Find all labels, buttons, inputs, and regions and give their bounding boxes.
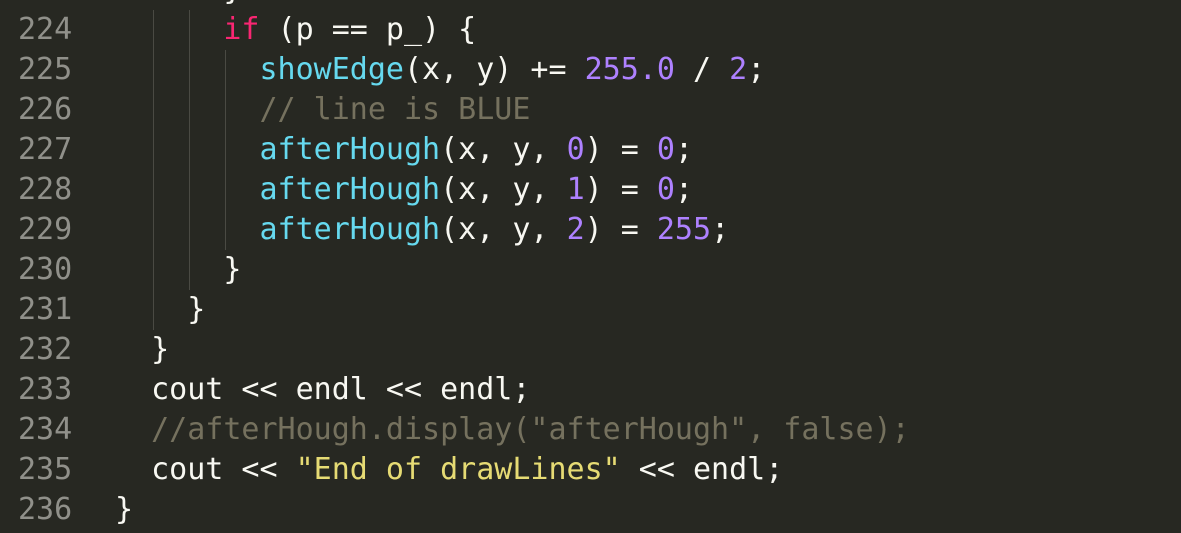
indent-guide <box>189 10 191 50</box>
code-token-func: afterHough <box>259 212 441 247</box>
code-token-plain: ) = <box>584 212 657 247</box>
code-line[interactable]: } <box>115 0 1181 10</box>
line-number: 223 <box>0 0 100 10</box>
line-number: 232 <box>18 332 73 367</box>
code-line[interactable]: if (p == p_) { <box>115 10 1181 50</box>
code-token-num: 2 <box>566 212 585 247</box>
code-line[interactable]: } <box>115 330 1181 370</box>
indent-guide <box>153 90 155 130</box>
indent-guide <box>189 90 191 130</box>
code-token-num: 0 <box>656 132 675 167</box>
line-number: 225 <box>18 52 73 87</box>
code-token-plain: cout << <box>115 452 296 487</box>
indent-guide <box>153 290 155 330</box>
indent-guide <box>153 170 155 210</box>
code-token-comment: // line is BLUE <box>259 92 531 127</box>
indent-guide <box>189 130 191 170</box>
code-line[interactable]: cout << "End of drawLines" << endl; <box>115 450 1181 490</box>
indent-guide <box>153 130 155 170</box>
code-token-keyword: if <box>223 12 260 47</box>
indent-guide <box>153 50 155 90</box>
code-token-plain: (p == p_) { <box>259 12 477 47</box>
code-token-num: 2 <box>729 52 748 87</box>
indent-guide <box>225 50 227 90</box>
line-number: 224 <box>18 12 73 47</box>
code-token-plain: } <box>115 332 170 367</box>
line-number: 230 <box>18 252 73 287</box>
line-number: 235 <box>18 452 73 487</box>
code-token-comment: //afterHough.display("afterHough", false… <box>151 412 910 447</box>
code-line[interactable]: cout << endl << endl; <box>115 370 1181 410</box>
code-line[interactable]: //afterHough.display("afterHough", false… <box>115 410 1181 450</box>
line-number-gutter: 223 224 225 226 227 228 229 230 231 232 233 234 235 2… <box>0 0 100 530</box>
indent-guide <box>225 90 227 130</box>
code-token-num: 255.0 <box>584 52 675 87</box>
code-line[interactable]: showEdge(x, y) += 255.0 / 2; <box>115 50 1181 90</box>
code-token-func: showEdge <box>259 52 405 87</box>
code-token-plain: << endl; <box>620 452 784 487</box>
code-token-plain: (x, y, <box>440 132 567 167</box>
indent-guide <box>225 210 227 250</box>
indent-guide <box>189 50 191 90</box>
line-number: 226 <box>18 92 73 127</box>
code-token-num: 0 <box>566 132 585 167</box>
code-line[interactable]: afterHough(x, y, 2) = 255; <box>115 210 1181 250</box>
indent-guide <box>189 170 191 210</box>
code-token-plain: } <box>115 292 206 327</box>
indent-guide <box>189 210 191 250</box>
line-number: 233 <box>18 372 73 407</box>
code-token-plain: } <box>115 492 134 527</box>
line-number: 229 <box>18 212 73 247</box>
code-token-func: afterHough <box>259 172 441 207</box>
code-area[interactable]: } if (p == p_) { showEdge(x, y) += 255.0… <box>115 0 1181 530</box>
line-number: 236 <box>18 492 73 527</box>
code-token-plain: cout << endl << endl; <box>115 372 531 407</box>
code-line[interactable]: } <box>115 490 1181 530</box>
code-line[interactable]: afterHough(x, y, 1) = 0; <box>115 170 1181 210</box>
line-number: 227 <box>18 132 73 167</box>
code-token-plain: (x, y, <box>440 172 567 207</box>
code-line[interactable]: } <box>115 290 1181 330</box>
code-token-string: "End of drawLines" <box>295 452 621 487</box>
code-token-plain: (x, y) += <box>404 52 585 87</box>
code-line[interactable]: afterHough(x, y, 0) = 0; <box>115 130 1181 170</box>
code-token-plain: ) = <box>584 172 657 207</box>
code-token-num: 0 <box>656 172 675 207</box>
code-token-plain: } <box>115 252 242 287</box>
indent-guide <box>189 250 191 290</box>
code-token-func: afterHough <box>259 132 441 167</box>
code-line[interactable]: // line is BLUE <box>115 90 1181 130</box>
line-number: 228 <box>18 172 73 207</box>
line-number: 231 <box>18 292 73 327</box>
code-editor[interactable]: 223 224 225 226 227 228 229 230 231 232 233 234 235 2… <box>0 0 1181 533</box>
code-token-plain: (x, y, <box>440 212 567 247</box>
code-token-plain: / <box>674 52 730 87</box>
code-token-num: 1 <box>566 172 585 207</box>
indent-guide <box>225 130 227 170</box>
code-line[interactable]: } <box>115 250 1181 290</box>
indent-guide <box>153 250 155 290</box>
code-token-plain: ; <box>674 172 693 207</box>
code-token-plain: ; <box>711 212 730 247</box>
indent-guide <box>153 10 155 50</box>
line-number: 234 <box>18 412 73 447</box>
indent-guide <box>225 170 227 210</box>
indent-guide <box>153 210 155 250</box>
code-token-plain: ; <box>674 132 693 167</box>
code-token-plain: ; <box>747 52 766 87</box>
code-token-plain: ) = <box>584 132 657 167</box>
code-token-num: 255 <box>656 212 712 247</box>
code-token-plain: } <box>115 0 241 7</box>
